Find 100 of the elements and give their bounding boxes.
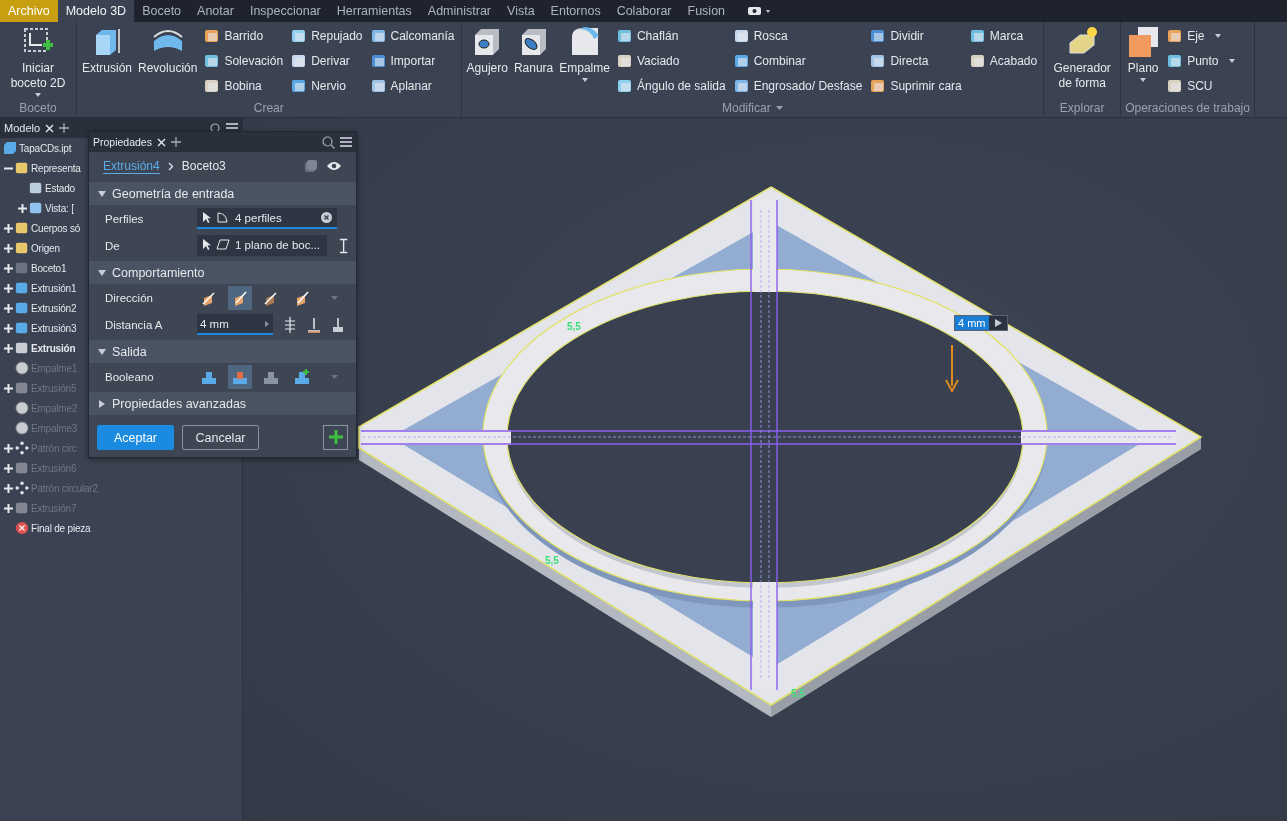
ribbon-tool-button[interactable]: Acabado xyxy=(967,49,1040,72)
video-icon[interactable] xyxy=(747,5,772,16)
expand-icon[interactable] xyxy=(4,503,13,513)
clear-icon[interactable] xyxy=(321,212,332,223)
ribbon-tool-button[interactable]: Repujado xyxy=(289,24,365,47)
browser-tab[interactable]: Modelo xyxy=(4,122,41,134)
ribbon-tab[interactable]: Colaborar xyxy=(608,0,680,22)
tree-item[interactable]: Origen xyxy=(31,242,60,254)
tree-item[interactable]: Extrusión1 xyxy=(31,282,77,294)
ribbon-tab[interactable]: Inspeccionar xyxy=(241,0,329,22)
search-icon[interactable] xyxy=(322,135,335,149)
tree-item[interactable]: Representa xyxy=(31,162,81,174)
expand-icon[interactable] xyxy=(4,463,13,473)
ribbon-tool-button[interactable]: SCU xyxy=(1165,74,1237,97)
tree-item[interactable]: Cuerpos só xyxy=(31,222,81,234)
add-tab-icon[interactable] xyxy=(59,123,70,133)
section-header[interactable]: Salida xyxy=(89,340,356,363)
tree-item[interactable]: Vista: [ xyxy=(45,202,74,214)
expand-icon[interactable] xyxy=(4,283,13,293)
expand-icon[interactable] xyxy=(4,323,13,333)
symmetric-icon[interactable] xyxy=(283,316,297,333)
panel-tab[interactable]: Propiedades xyxy=(93,136,152,148)
arrow-icon[interactable] xyxy=(264,320,270,327)
flip-icon[interactable] xyxy=(338,237,348,254)
ribbon-tool-button[interactable]: Engrosado/ Desfase xyxy=(731,74,865,97)
ribbon-tab[interactable]: Fusion xyxy=(679,0,734,22)
ok-button[interactable]: Aceptar xyxy=(97,425,174,450)
add-tab-icon[interactable] xyxy=(170,137,181,147)
expand-icon[interactable] xyxy=(4,263,13,273)
tree-item[interactable]: Extrusión3 xyxy=(31,322,77,334)
selection-field[interactable]: 1 plano de boc... xyxy=(197,235,327,256)
ribbon-tab[interactable]: Modelo 3D xyxy=(57,0,135,22)
ribbon-tab[interactable]: Vista xyxy=(499,0,543,22)
distance-field[interactable]: 4 mm xyxy=(197,314,273,335)
tree-item[interactable]: TapaCDs.ipt xyxy=(19,142,72,154)
caret-icon[interactable] xyxy=(775,106,783,110)
expand-icon[interactable] xyxy=(4,383,13,393)
ribbon-tab[interactable]: Anotar xyxy=(189,0,242,22)
ribbon-tool-button[interactable]: Agujero xyxy=(465,24,509,76)
tree-item[interactable]: Extrusión xyxy=(31,342,76,354)
expand-icon[interactable] xyxy=(4,223,13,233)
ribbon-tool-button[interactable]: Eje xyxy=(1165,24,1237,47)
tree-item[interactable]: Boceto1 xyxy=(31,262,67,274)
ribbon-tool-button[interactable]: Barrido xyxy=(202,24,286,47)
expand-icon[interactable] xyxy=(4,483,13,493)
ribbon-tool-button[interactable]: Generador de forma xyxy=(1048,24,1117,91)
ribbon-tool-button[interactable]: Combinar xyxy=(731,49,865,72)
ribbon-tool-button[interactable]: Iniciar boceto 2D xyxy=(4,24,72,97)
close-icon[interactable] xyxy=(45,123,55,133)
search-icon[interactable] xyxy=(210,122,221,134)
ribbon-tool-button[interactable]: Vaciado xyxy=(614,49,728,72)
eye-icon[interactable] xyxy=(326,161,342,171)
tree-item[interactable]: Estado xyxy=(45,182,75,194)
selection-field[interactable]: 4 perfiles xyxy=(197,208,337,229)
close-icon[interactable] xyxy=(156,137,166,147)
direction-option[interactable] xyxy=(228,285,252,310)
ribbon-tab[interactable]: Boceto xyxy=(134,0,190,22)
tree-item[interactable]: Final de pieza xyxy=(31,522,91,534)
ribbon-tool-button[interactable]: Solevación xyxy=(202,49,286,72)
section-header[interactable]: Propiedades avanzadas xyxy=(89,392,356,415)
ribbon-tool-button[interactable]: Chaflán xyxy=(614,24,728,47)
cube-icon[interactable] xyxy=(304,159,318,173)
to-face-icon[interactable] xyxy=(307,316,321,333)
add-button[interactable] xyxy=(323,425,348,450)
ribbon-tool-button[interactable]: Nervio xyxy=(289,74,365,97)
expand-icon[interactable] xyxy=(4,443,13,453)
ribbon-tool-button[interactable]: Revolución xyxy=(137,24,199,76)
ribbon-tool-button[interactable]: Bobina xyxy=(202,74,286,97)
error-icon xyxy=(15,521,29,535)
expand-icon[interactable] xyxy=(4,303,13,313)
ribbon-tool-button[interactable]: Ángulo de salida xyxy=(614,74,728,97)
menu-icon[interactable] xyxy=(340,137,352,147)
ribbon-tool-button[interactable]: Marca xyxy=(967,24,1040,47)
ribbon-tool-button[interactable]: Dividir xyxy=(868,24,964,47)
section-header[interactable]: Geometría de entrada xyxy=(89,182,356,205)
ribbon-tool-button[interactable]: Importar xyxy=(368,49,457,72)
expand-icon[interactable] xyxy=(4,343,13,353)
tree-item[interactable]: Extrusión2 xyxy=(31,302,77,314)
ribbon-tool-button[interactable]: Aplanar xyxy=(368,74,457,97)
boolean-option[interactable] xyxy=(228,364,252,389)
ribbon-tool-button[interactable]: Directa xyxy=(868,49,964,72)
expand-icon[interactable] xyxy=(18,203,27,213)
ribbon-tool-button[interactable]: Derivar xyxy=(289,49,365,72)
ribbon-tool-button[interactable]: Empalme xyxy=(558,24,611,82)
ribbon-tool-button[interactable]: Suprimir cara xyxy=(868,74,964,97)
ribbon-tool-button[interactable]: Calcomanía xyxy=(368,24,457,47)
section-header[interactable]: Comportamiento xyxy=(89,261,356,284)
ribbon-tool-button[interactable]: Ranura xyxy=(512,24,555,76)
cancel-button[interactable]: Cancelar xyxy=(182,425,259,450)
ribbon-tool-button[interactable]: Plano xyxy=(1125,24,1162,82)
expand-icon[interactable] xyxy=(4,243,13,253)
through-all-icon[interactable] xyxy=(331,316,345,333)
breadcrumb-item[interactable]: Boceto3 xyxy=(181,159,226,173)
ribbon-tab[interactable]: Administrar xyxy=(419,0,500,22)
ribbon-tab[interactable]: Herramientas xyxy=(328,0,420,22)
ribbon-tool-button[interactable]: Rosca xyxy=(731,24,865,47)
ribbon-tool-button[interactable]: Extrusión xyxy=(81,24,134,76)
breadcrumb-link[interactable]: Extrusión4 xyxy=(103,158,160,174)
ribbon-tab[interactable]: Entornos xyxy=(542,0,609,22)
ribbon-tool-button[interactable]: Punto xyxy=(1165,49,1237,72)
